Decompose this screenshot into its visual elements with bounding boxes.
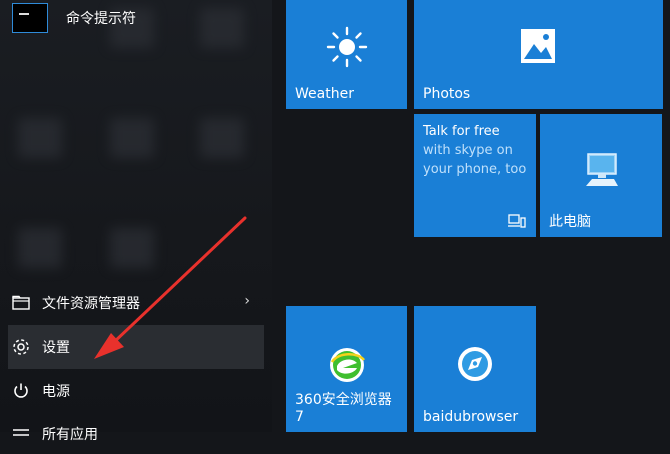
- file-explorer-icon: [10, 292, 32, 314]
- tile-photos-label: Photos: [423, 86, 471, 102]
- computer-icon: [586, 153, 618, 186]
- blurred-app-icon: [110, 228, 154, 268]
- baidu-browser-icon: [458, 347, 492, 381]
- settings-label: 设置: [42, 340, 70, 356]
- blurred-app-icon: [110, 118, 154, 158]
- tile-skype[interactable]: Talk for free with skype on your phone, …: [414, 114, 536, 237]
- tile-skype-line1: Talk for free: [423, 124, 500, 139]
- blurred-app-icon: [18, 228, 62, 268]
- tile-this-pc[interactable]: 此电脑: [540, 114, 662, 237]
- file-explorer-label: 文件资源管理器: [42, 296, 140, 312]
- app-command-prompt[interactable]: 命令提示符: [8, 0, 264, 36]
- all-apps-label: 所有应用: [42, 427, 98, 443]
- tile-this-pc-label: 此电脑: [549, 214, 591, 230]
- power-icon: [10, 380, 32, 402]
- power-label: 电源: [42, 384, 70, 400]
- sun-icon: [326, 26, 368, 68]
- chevron-right-icon[interactable]: ›: [244, 293, 250, 309]
- tile-baidu-browser[interactable]: baidubrowser: [414, 306, 536, 432]
- tile-360-browser[interactable]: 360安全浏览器 7: [286, 306, 407, 432]
- tile-weather-label: Weather: [295, 86, 354, 102]
- file-explorer-item[interactable]: 文件资源管理器 ›: [8, 283, 264, 323]
- browser-360-icon: [330, 348, 365, 382]
- skype-device-icon: [508, 214, 526, 228]
- blurred-app-icon: [200, 118, 244, 158]
- start-menu-app-list: 命令提示符 文件资源管理器 › 设置 电源 所有应用: [0, 0, 272, 443]
- all-apps-icon: [10, 423, 32, 445]
- cmd-prompt-icon: [12, 3, 48, 33]
- tile-360-browser-label: 360安全浏览器 7: [295, 392, 392, 425]
- tile-skype-line2: with skype on your phone, too: [423, 143, 527, 177]
- tile-photos[interactable]: Photos: [414, 0, 663, 109]
- gear-icon: [10, 336, 32, 358]
- power-item[interactable]: 电源: [8, 371, 264, 411]
- tile-weather[interactable]: Weather: [286, 0, 407, 109]
- photo-icon: [521, 29, 555, 63]
- tile-baidu-browser-label: baidubrowser: [423, 409, 519, 425]
- app-command-prompt-label: 命令提示符: [66, 11, 136, 27]
- blurred-app-icon: [18, 118, 62, 158]
- settings-item[interactable]: 设置: [8, 325, 264, 369]
- all-apps-item[interactable]: 所有应用: [8, 414, 264, 454]
